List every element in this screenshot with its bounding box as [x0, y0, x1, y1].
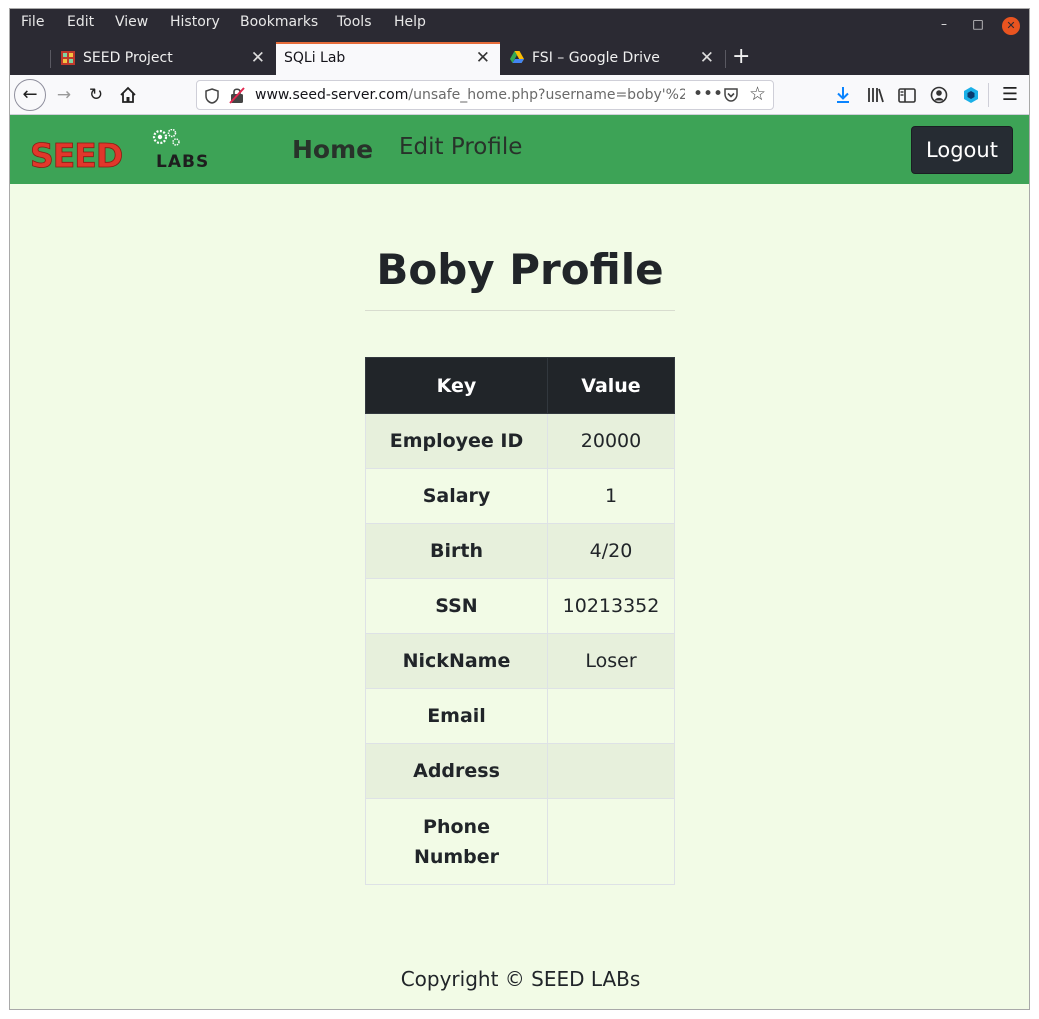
page-content: SEED LABS Home Edit Profile Logout Boby … — [10, 115, 1029, 1009]
minimize-icon[interactable]: – — [936, 16, 952, 32]
table-row: Email — [365, 688, 675, 744]
reload-icon[interactable]: ↻ — [84, 83, 108, 107]
toolbar-separator — [988, 83, 989, 107]
menu-bookmarks[interactable]: Bookmarks — [240, 14, 318, 30]
tab-separator — [725, 50, 726, 68]
row-key: NickName — [365, 633, 548, 689]
row-key: Address — [365, 743, 548, 799]
tab-strip: SEED Project ✕ SQLi Lab ✕ FSI – Google D… — [10, 42, 1029, 75]
extension-icon[interactable] — [959, 83, 983, 107]
home-icon[interactable] — [116, 83, 140, 107]
back-arrow-icon[interactable]: ← — [14, 79, 46, 111]
tab-label: SEED Project — [83, 50, 173, 66]
new-tab-icon[interactable]: + — [732, 44, 750, 69]
row-key: Salary — [365, 468, 548, 524]
logo-labs-text: LABS — [156, 152, 209, 171]
row-value: 10213352 — [547, 578, 675, 634]
tab-seed-project[interactable]: SEED Project ✕ — [51, 42, 275, 75]
star-icon[interactable]: ☆ — [749, 83, 766, 105]
library-icon[interactable] — [863, 83, 887, 107]
row-value — [547, 688, 675, 744]
window-close-icon[interactable]: ✕ — [1002, 17, 1020, 35]
seed-favicon-icon — [61, 51, 75, 65]
logout-button[interactable]: Logout — [911, 126, 1013, 174]
column-header-value: Value — [547, 357, 675, 414]
footer-copyright: Copyright © SEED LABs — [400, 967, 641, 991]
row-value: 4/20 — [547, 523, 675, 579]
hamburger-menu-icon[interactable]: ☰ — [998, 83, 1022, 107]
url-bar[interactable]: www.seed-server.com/unsafe_home.php?user… — [196, 80, 774, 110]
url-text[interactable]: www.seed-server.com/unsafe_home.php?user… — [255, 87, 685, 103]
menubar: File Edit View History Bookmarks Tools H… — [10, 9, 1029, 37]
table-row: Address — [365, 743, 675, 799]
account-icon[interactable] — [927, 83, 951, 107]
menu-history[interactable]: History — [170, 14, 220, 30]
browser-window: File Edit View History Bookmarks Tools H… — [9, 8, 1030, 1010]
row-key: Email — [365, 688, 548, 744]
row-key: Employee ID — [365, 413, 548, 469]
menu-view[interactable]: View — [115, 14, 148, 30]
url-domain: www.seed-server.com — [255, 87, 409, 103]
tab-google-drive[interactable]: FSI – Google Drive ✕ — [500, 42, 724, 75]
tab-label: SQLi Lab — [284, 50, 346, 66]
row-value: Loser — [547, 633, 675, 689]
menu-help[interactable]: Help — [394, 14, 426, 30]
google-drive-icon — [510, 51, 524, 63]
table-row: Employee ID 20000 — [365, 413, 675, 469]
nav-home-link[interactable]: Home — [292, 135, 373, 164]
table-row: NickName Loser — [365, 633, 675, 689]
table-row: Birth 4/20 — [365, 523, 675, 579]
row-value: 20000 — [547, 413, 675, 469]
table-row: Salary 1 — [365, 468, 675, 524]
tab-label: FSI – Google Drive — [532, 50, 660, 66]
row-key: Phone Number — [365, 798, 548, 885]
url-path: /unsafe_home.php?username=boby'%2 — [408, 87, 685, 103]
menu-edit[interactable]: Edit — [67, 14, 94, 30]
menu-tools[interactable]: Tools — [337, 14, 372, 30]
row-value: 1 — [547, 468, 675, 524]
forward-arrow-icon[interactable]: → — [52, 83, 76, 107]
row-key: Birth — [365, 523, 548, 579]
table-row: Phone Number — [365, 798, 675, 885]
seed-labs-logo[interactable]: SEED LABS — [30, 129, 230, 171]
row-value — [547, 798, 675, 885]
tab-close-icon[interactable]: ✕ — [700, 48, 714, 68]
download-icon[interactable] — [831, 83, 855, 107]
shield-icon[interactable] — [205, 88, 219, 104]
logo-seed-text: SEED — [30, 136, 122, 171]
title-divider — [365, 310, 675, 311]
site-navbar: SEED LABS Home Edit Profile Logout — [10, 115, 1029, 184]
more-icon[interactable]: ••• — [693, 84, 723, 104]
nav-edit-profile-link[interactable]: Edit Profile — [399, 134, 522, 160]
pocket-icon[interactable] — [723, 87, 739, 103]
row-value — [547, 743, 675, 799]
profile-table: Key Value Employee ID 20000 Salary 1 Birth… — [365, 357, 675, 885]
sidebar-icon[interactable] — [895, 83, 919, 107]
insecure-lock-icon[interactable] — [229, 87, 245, 104]
maximize-icon[interactable]: □ — [970, 16, 986, 32]
table-header-row: Key Value — [365, 357, 675, 414]
tab-close-icon[interactable]: ✕ — [476, 48, 490, 68]
page-title: Boby Profile — [376, 245, 664, 294]
browser-titlebar: File Edit View History Bookmarks Tools H… — [10, 9, 1029, 75]
tab-close-icon[interactable]: ✕ — [251, 48, 265, 68]
navigation-toolbar: ← → ↻ www.seed-server.com/unsafe_home.ph… — [10, 75, 1029, 115]
row-key: SSN — [365, 578, 548, 634]
table-row: SSN 10213352 — [365, 578, 675, 634]
tab-sqli-lab[interactable]: SQLi Lab ✕ — [276, 42, 500, 75]
column-header-key: Key — [365, 357, 548, 414]
menu-file[interactable]: File — [21, 14, 44, 30]
